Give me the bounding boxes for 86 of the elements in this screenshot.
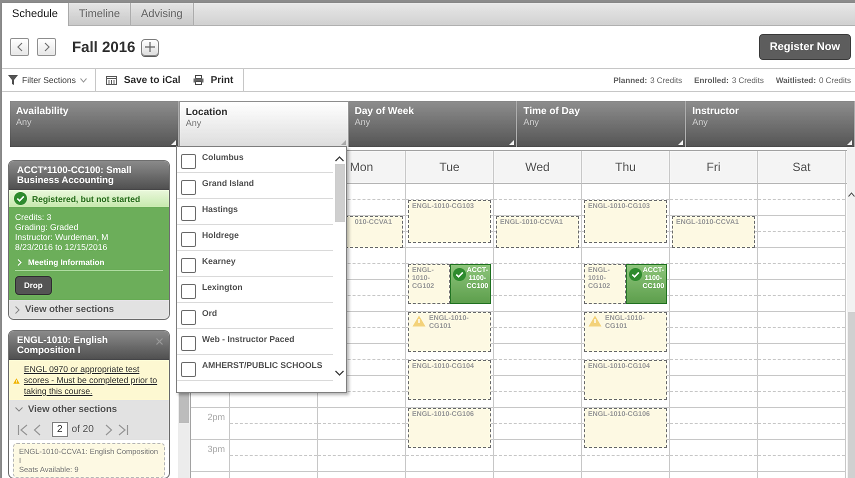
- credit-label: Planned:: [613, 76, 648, 84]
- tab[interactable]: Timeline: [68, 3, 132, 25]
- check-icon: [452, 268, 466, 281]
- filter-sections-button[interactable]: Filter Sections: [2, 69, 96, 91]
- filter-dropdown[interactable]: Time of Day Any: [517, 101, 686, 147]
- time-label: 3pm: [207, 444, 225, 454]
- chevron-right-icon: [15, 306, 20, 314]
- filter-dropdown[interactable]: Day of Week Any: [348, 101, 518, 147]
- day-header: Thu: [615, 160, 636, 174]
- scrollbar-thumb[interactable]: [848, 312, 855, 478]
- location-option[interactable]: Lexington: [177, 277, 333, 303]
- day-header: Wed: [525, 160, 550, 174]
- location-option[interactable]: Hastings: [177, 199, 333, 225]
- view-other-sections-toggle[interactable]: View other sections: [9, 400, 169, 419]
- resize-grip-icon: [170, 140, 176, 145]
- plus-icon: [145, 42, 156, 52]
- warning-icon: [412, 315, 426, 327]
- filter-dropdown[interactable]: Instructor Any: [686, 101, 855, 147]
- check-icon: [14, 192, 27, 205]
- location-option[interactable]: AMHERST/PUBLIC SCHOOLS: [177, 355, 333, 381]
- previous-term-button[interactable]: [10, 38, 29, 56]
- add-term-button[interactable]: [141, 38, 160, 56]
- location-option[interactable]: Holdrege: [177, 225, 333, 251]
- location-option[interactable]: Grand Island: [177, 173, 333, 199]
- checkbox[interactable]: [181, 180, 196, 195]
- day-header: Mon: [350, 160, 374, 174]
- tab[interactable]: Schedule: [2, 3, 69, 26]
- chevron-down-icon: [15, 407, 23, 412]
- funnel-icon: [8, 75, 18, 85]
- day-header: Fri: [706, 160, 720, 174]
- chevron-down-icon: [80, 78, 87, 82]
- page-count: of 20: [72, 424, 94, 435]
- checkbox[interactable]: [181, 206, 196, 221]
- filter-dropdown[interactable]: Location Any: [178, 101, 349, 147]
- register-now-button[interactable]: Register Now: [758, 34, 851, 60]
- course-detail: Credits: 3: [15, 212, 52, 222]
- status-text: Registered, but not started: [32, 194, 140, 204]
- day-header: Tue: [439, 160, 460, 174]
- credit-value: 0 Credits: [818, 76, 851, 84]
- scroll-up-icon[interactable]: [848, 192, 855, 197]
- chevron-right-icon: [17, 259, 22, 266]
- time-label: 2pm: [207, 412, 225, 422]
- day-header: Sat: [792, 160, 810, 174]
- term-title: Fall 2016: [72, 38, 136, 56]
- location-option[interactable]: Web - Instructor Paced: [177, 329, 333, 355]
- chevron-right-icon: [42, 42, 50, 52]
- checkbox[interactable]: [181, 154, 196, 169]
- scroll-up-icon[interactable]: [335, 156, 344, 162]
- course-detail: Grading: Graded: [15, 222, 80, 232]
- checkbox[interactable]: [181, 258, 196, 273]
- resize-grip-icon: [846, 140, 852, 145]
- printer-icon: [192, 75, 204, 85]
- credit-label: Enrolled:: [694, 76, 729, 84]
- course-detail: Instructor: Wurdeman, M: [15, 232, 110, 242]
- chevron-left-icon: [16, 42, 24, 52]
- warning-icon: [588, 315, 602, 327]
- course-title: ENGL-1010: English Composition I: [17, 336, 109, 356]
- resize-grip-icon: [678, 140, 684, 145]
- scroll-down-icon[interactable]: [335, 370, 344, 376]
- course-detail: 8/23/2016 to 12/15/2016: [15, 242, 108, 252]
- course-title: ACCT*1100-CC100: Small Business Accounting: [17, 166, 133, 186]
- check-icon: [628, 268, 642, 281]
- location-option[interactable]: Ord: [177, 303, 333, 329]
- credit-value: 3 Credits: [650, 76, 682, 84]
- tab[interactable]: Advising: [131, 3, 194, 25]
- credit-value: 3 Credits: [732, 76, 764, 84]
- credit-label: Waitlisted:: [776, 76, 816, 84]
- filter-dropdown[interactable]: Availability Any: [10, 101, 179, 147]
- location-option[interactable]: Columbus: [177, 147, 333, 173]
- scrollbar-thumb[interactable]: [334, 164, 344, 222]
- print-button[interactable]: Print: [192, 74, 234, 86]
- location-option[interactable]: Kearney: [177, 251, 333, 277]
- checkbox[interactable]: [181, 232, 196, 247]
- checkbox[interactable]: [181, 362, 196, 377]
- calendar-icon: [106, 75, 117, 85]
- checkbox[interactable]: [181, 336, 196, 351]
- meeting-information-toggle[interactable]: Meeting Information: [15, 254, 163, 271]
- resize-grip-icon: [509, 140, 514, 145]
- page-field[interactable]: 2: [52, 422, 68, 437]
- drop-button[interactable]: Drop: [15, 276, 52, 295]
- checkbox[interactable]: [181, 284, 196, 299]
- next-term-button[interactable]: [37, 38, 56, 56]
- checkbox[interactable]: [181, 310, 196, 325]
- scrollbar[interactable]: [847, 147, 855, 478]
- view-other-sections-toggle[interactable]: View other sections: [9, 300, 169, 319]
- save-to-ical-button[interactable]: Save to iCal: [106, 74, 181, 86]
